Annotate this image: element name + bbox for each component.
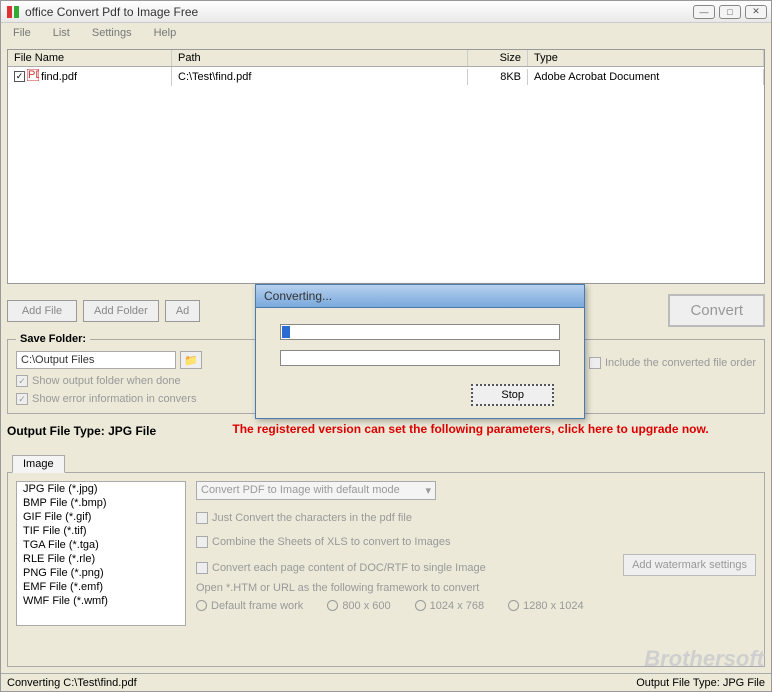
frame-800-radio[interactable]: 800 x 600 bbox=[327, 600, 390, 612]
tab-image[interactable]: Image bbox=[12, 455, 65, 473]
menu-settings[interactable]: Settings bbox=[88, 25, 136, 41]
add-file-button[interactable]: Add File bbox=[7, 300, 77, 322]
list-item[interactable]: TGA File (*.tga) bbox=[17, 538, 185, 552]
menubar: File List Settings Help bbox=[1, 23, 771, 43]
stop-button[interactable]: Stop bbox=[471, 384, 554, 406]
list-item[interactable]: BMP File (*.bmp) bbox=[17, 496, 185, 510]
options-panel: Image JPG File (*.jpg) BMP File (*.bmp) … bbox=[7, 472, 765, 667]
list-item[interactable]: GIF File (*.gif) bbox=[17, 510, 185, 524]
frame-1280-radio[interactable]: 1280 x 1024 bbox=[508, 600, 584, 612]
list-item[interactable]: EMF File (*.emf) bbox=[17, 580, 185, 594]
mode-select[interactable]: Convert PDF to Image with default mode ▾ bbox=[196, 481, 436, 500]
minimize-button[interactable]: — bbox=[693, 5, 715, 19]
output-type-label: Output File Type: JPG File bbox=[7, 424, 156, 438]
menu-help[interactable]: Help bbox=[150, 25, 181, 41]
open-htm-label: Open *.HTM or URL as the following frame… bbox=[196, 582, 756, 594]
format-list[interactable]: JPG File (*.jpg) BMP File (*.bmp) GIF Fi… bbox=[16, 481, 186, 626]
pdf-icon: PDF bbox=[27, 69, 39, 84]
frame-default-radio[interactable]: Default frame work bbox=[196, 600, 303, 612]
include-order-checkbox[interactable]: Include the converted file order bbox=[589, 357, 756, 369]
app-icon bbox=[5, 4, 21, 20]
file-list[interactable]: File Name Path Size Type ✓ PDF find.pdf … bbox=[7, 49, 765, 284]
status-bar: Converting C:\Test\find.pdf Output File … bbox=[1, 673, 771, 691]
chevron-down-icon: ▾ bbox=[425, 484, 431, 497]
status-right: Output File Type: JPG File bbox=[636, 677, 765, 689]
status-left: Converting C:\Test\find.pdf bbox=[7, 677, 137, 689]
titlebar: office Convert Pdf to Image Free — □ ✕ bbox=[1, 1, 771, 23]
combine-xls-checkbox[interactable]: Combine the Sheets of XLS to convert to … bbox=[196, 536, 756, 548]
col-header-path[interactable]: Path bbox=[172, 50, 468, 66]
each-page-checkbox[interactable]: Convert each page content of DOC/RTF to … bbox=[196, 562, 613, 574]
add-folder-button[interactable]: Add Folder bbox=[83, 300, 159, 322]
file-list-header: File Name Path Size Type bbox=[8, 50, 764, 67]
save-folder-legend: Save Folder: bbox=[16, 333, 90, 345]
output-path-input[interactable] bbox=[16, 351, 176, 369]
maximize-button[interactable]: □ bbox=[719, 5, 741, 19]
add-url-button[interactable]: Ad bbox=[165, 300, 200, 322]
progress-bar-2 bbox=[280, 350, 560, 366]
file-path: C:\Test\find.pdf bbox=[172, 69, 468, 85]
close-button[interactable]: ✕ bbox=[745, 5, 767, 19]
list-item[interactable]: RLE File (*.rle) bbox=[17, 552, 185, 566]
convert-button[interactable]: Convert bbox=[668, 294, 765, 327]
watermark-settings-button[interactable]: Add watermark settings bbox=[623, 554, 756, 576]
list-item[interactable]: PNG File (*.png) bbox=[17, 566, 185, 580]
converting-dialog: Converting... Stop bbox=[255, 284, 585, 419]
svg-text:PDF: PDF bbox=[28, 69, 39, 81]
file-type: Adobe Acrobat Document bbox=[528, 69, 764, 85]
upgrade-notice[interactable]: The registered version can set the follo… bbox=[176, 422, 765, 438]
menu-list[interactable]: List bbox=[49, 25, 74, 41]
file-size: 8KB bbox=[468, 69, 528, 85]
dialog-title: Converting... bbox=[256, 285, 584, 308]
list-item[interactable]: TIF File (*.tif) bbox=[17, 524, 185, 538]
col-header-type[interactable]: Type bbox=[528, 50, 764, 66]
col-header-name[interactable]: File Name bbox=[8, 50, 172, 66]
window-title: office Convert Pdf to Image Free bbox=[25, 5, 693, 19]
menu-file[interactable]: File bbox=[9, 25, 35, 41]
table-row[interactable]: ✓ PDF find.pdf C:\Test\find.pdf 8KB Adob… bbox=[8, 67, 764, 86]
col-header-size[interactable]: Size bbox=[468, 50, 528, 66]
list-item[interactable]: WMF File (*.wmf) bbox=[17, 594, 185, 608]
list-item[interactable]: JPG File (*.jpg) bbox=[17, 482, 185, 496]
just-chars-checkbox[interactable]: Just Convert the characters in the pdf f… bbox=[196, 512, 756, 524]
progress-bar-1 bbox=[280, 324, 560, 340]
file-name: find.pdf bbox=[41, 71, 77, 83]
row-checkbox[interactable]: ✓ bbox=[14, 71, 25, 82]
browse-folder-button[interactable]: 📁 bbox=[180, 351, 202, 369]
frame-1024-radio[interactable]: 1024 x 768 bbox=[415, 600, 484, 612]
